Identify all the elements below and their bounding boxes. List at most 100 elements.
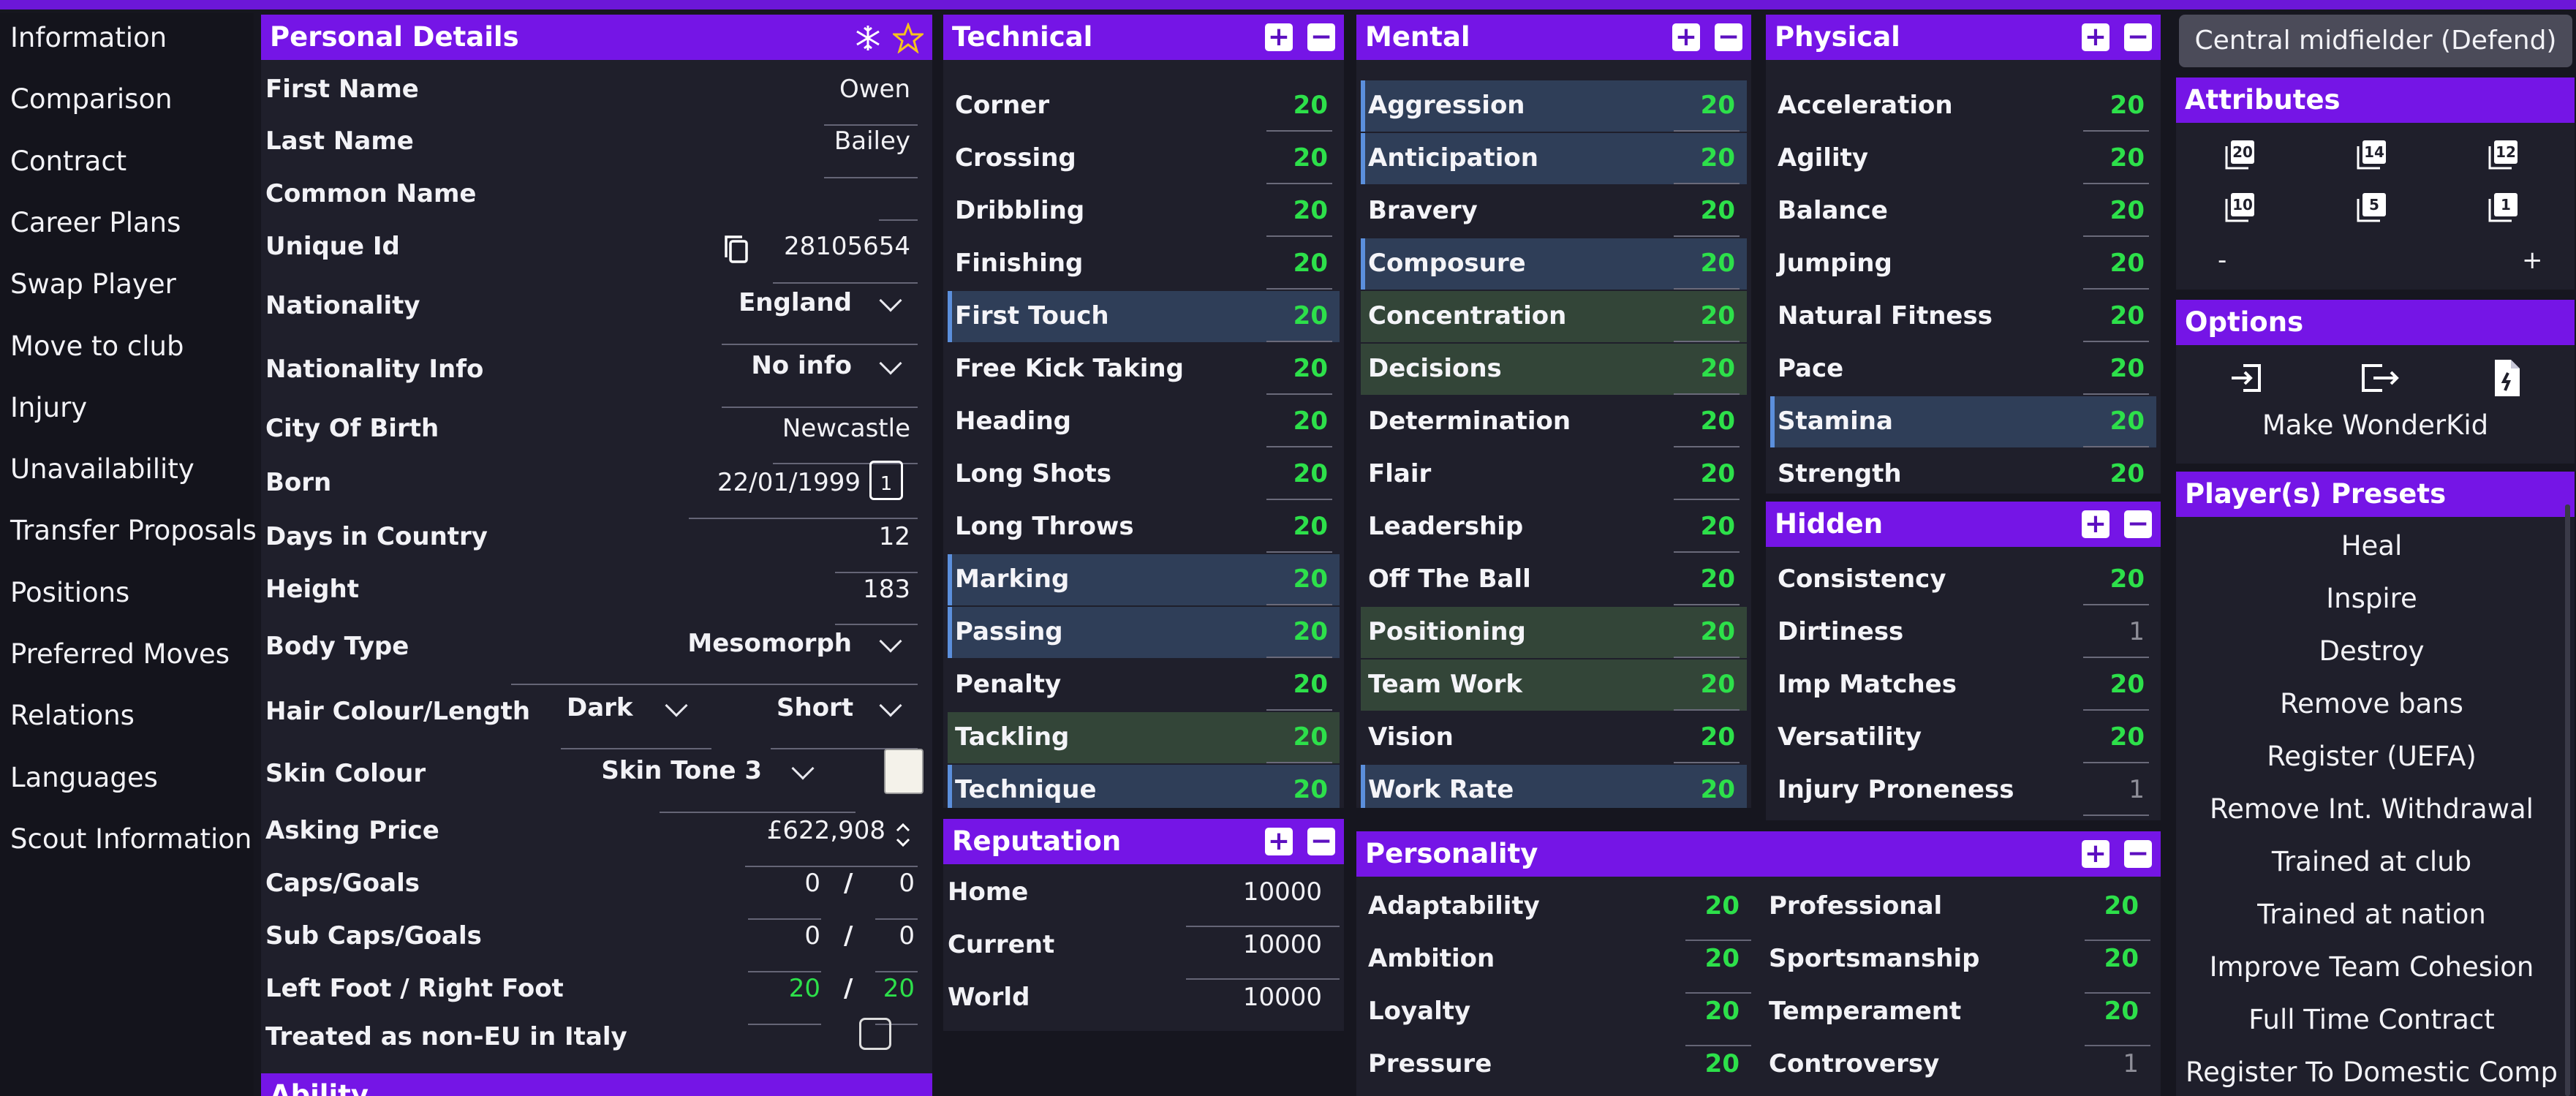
attribute-value[interactable]: 20 <box>1269 91 1328 120</box>
snowflake-icon[interactable] <box>853 23 883 53</box>
attribute-value[interactable]: 20 <box>1677 459 1735 488</box>
personality-value-adaptability[interactable]: 20 <box>1705 891 1740 921</box>
hair-colour-dropdown[interactable]: Dark Brown <box>567 693 638 722</box>
attribute-value[interactable]: 20 <box>1269 775 1328 804</box>
nav-item-injury[interactable]: Injury <box>10 392 87 423</box>
scrollbar[interactable] <box>2565 504 2570 1096</box>
export-icon[interactable] <box>2357 358 2401 398</box>
price-spinner-icon[interactable] <box>894 819 912 851</box>
attribute-value[interactable]: 20 <box>1269 196 1328 225</box>
hair-colour-chevron-icon[interactable] <box>665 694 688 717</box>
attribute-value[interactable]: 20 <box>2086 722 2145 752</box>
attributes-minus-button[interactable]: - <box>2218 246 2226 275</box>
nav-item-languages[interactable]: Languages <box>10 762 158 793</box>
skin-colour-chevron-icon[interactable] <box>791 757 815 780</box>
attribute-value[interactable]: 20 <box>2086 301 2145 330</box>
attribute-value[interactable]: 20 <box>1677 564 1735 594</box>
chevron-down-icon[interactable] <box>879 289 902 312</box>
attribute-value[interactable]: 20 <box>1677 354 1735 383</box>
attr-set-14-icon[interactable]: 14 <box>2355 137 2389 171</box>
attribute-value[interactable]: 20 <box>1677 407 1735 436</box>
attribute-value[interactable]: 20 <box>2086 354 2145 383</box>
asking-price-field[interactable]: £622,908 <box>767 816 885 845</box>
attr-set-5-icon[interactable]: 5 <box>2355 190 2389 224</box>
attribute-value[interactable]: 20 <box>1269 617 1328 646</box>
preset-remove-int-withdrawal[interactable]: Remove Int. Withdrawal <box>2176 793 2567 825</box>
attr-set-12-icon[interactable]: 12 <box>2487 137 2520 171</box>
personality-value-sportsmanship[interactable]: 20 <box>2104 944 2139 973</box>
attribute-value[interactable]: 20 <box>1677 143 1735 173</box>
nav-item-positions[interactable]: Positions <box>10 577 129 608</box>
preset-inspire[interactable]: Inspire <box>2176 583 2567 614</box>
reputation-increase-button[interactable]: + <box>1265 828 1293 855</box>
attribute-value[interactable]: 20 <box>1677 617 1735 646</box>
hidden-decrease-button[interactable]: − <box>2124 510 2152 538</box>
technical-increase-button[interactable]: + <box>1265 23 1293 51</box>
nav-item-swap-player[interactable]: Swap Player <box>10 268 176 300</box>
preset-destroy[interactable]: Destroy <box>2176 635 2567 667</box>
preset-full-time-contract[interactable]: Full Time Contract <box>2176 1004 2567 1035</box>
unique-id-field[interactable]: 28105654 <box>784 232 910 261</box>
attribute-value[interactable]: 20 <box>1677 670 1735 699</box>
reputation-value-current[interactable]: 10000 <box>1243 930 1322 959</box>
reputation-decrease-button[interactable]: − <box>1307 828 1335 855</box>
preset-register-uefa[interactable]: Register (UEFA) <box>2176 741 2567 772</box>
attr-set-10-icon[interactable]: 10 <box>2224 190 2257 224</box>
chevron-down-icon[interactable] <box>879 630 902 653</box>
attribute-value[interactable]: 20 <box>1677 196 1735 225</box>
nav-item-preferred-moves[interactable]: Preferred Moves <box>10 638 230 670</box>
personality-value-ambition[interactable]: 20 <box>1705 944 1740 973</box>
attribute-value[interactable]: 20 <box>2086 670 2145 699</box>
attribute-value[interactable]: 20 <box>1677 512 1735 541</box>
foot-second-field[interactable]: 20 <box>883 974 915 1003</box>
file-edit-icon[interactable] <box>2489 357 2524 399</box>
nav-item-transfer-proposals[interactable]: Transfer Proposals <box>10 515 257 546</box>
attribute-value[interactable]: 20 <box>1269 564 1328 594</box>
nav-item-relations[interactable]: Relations <box>10 700 135 731</box>
caps-goals-second-field[interactable]: 0 <box>899 869 915 898</box>
reputation-value-home[interactable]: 10000 <box>1243 877 1322 907</box>
sub-caps-goals-first-field[interactable]: 0 <box>804 921 820 951</box>
attribute-value[interactable]: 20 <box>2086 249 2145 278</box>
sub-caps-goals-second-field[interactable]: 0 <box>899 921 915 951</box>
attribute-value[interactable]: 20 <box>2086 196 2145 225</box>
preset-register-to-domestic-comp[interactable]: Register To Domestic Comp <box>2176 1057 2567 1088</box>
personality-value-professional[interactable]: 20 <box>2104 891 2139 921</box>
mental-increase-button[interactable]: + <box>1672 23 1700 51</box>
attribute-value[interactable]: 20 <box>1677 91 1735 120</box>
hair-length-chevron-icon[interactable] <box>879 694 902 717</box>
copy-icon[interactable] <box>722 234 751 266</box>
attribute-value[interactable]: 20 <box>1677 301 1735 330</box>
attribute-value[interactable]: 20 <box>1677 775 1735 804</box>
attribute-value[interactable]: 20 <box>1269 249 1328 278</box>
attribute-value[interactable]: 20 <box>1677 249 1735 278</box>
attribute-value[interactable]: 20 <box>2086 143 2145 173</box>
preset-trained-at-club[interactable]: Trained at club <box>2176 846 2567 877</box>
skin-colour-swatch[interactable] <box>884 749 923 794</box>
make-wonderkid-button[interactable]: Make WonderKid <box>2176 409 2575 441</box>
attribute-value[interactable]: 20 <box>1269 407 1328 436</box>
personality-value-temperament[interactable]: 20 <box>2104 997 2139 1026</box>
last-name-field[interactable]: Bailey <box>834 126 910 156</box>
nav-item-unavailability[interactable]: Unavailability <box>10 453 194 485</box>
nav-item-information[interactable]: Information <box>10 22 167 53</box>
star-icon[interactable] <box>893 23 923 53</box>
preset-heal[interactable]: Heal <box>2176 530 2567 562</box>
height-field[interactable]: 183 <box>863 575 910 604</box>
non-eu-checkbox[interactable] <box>859 1018 891 1050</box>
nav-item-comparison[interactable]: Comparison <box>10 83 173 115</box>
import-icon[interactable] <box>2227 358 2267 398</box>
attribute-value[interactable]: 20 <box>2086 91 2145 120</box>
hair-length-dropdown[interactable]: Short <box>777 693 853 722</box>
attribute-value[interactable]: 20 <box>1269 722 1328 752</box>
preset-improve-team-cohesion[interactable]: Improve Team Cohesion <box>2176 951 2567 983</box>
attribute-value[interactable]: 20 <box>2086 564 2145 594</box>
technical-decrease-button[interactable]: − <box>1307 23 1335 51</box>
nationality-dropdown[interactable]: England <box>739 288 852 317</box>
calendar-icon[interactable]: 1 <box>869 461 903 500</box>
nav-item-career-plans[interactable]: Career Plans <box>10 207 181 238</box>
attribute-value[interactable]: 20 <box>2086 407 2145 436</box>
preset-trained-at-nation[interactable]: Trained at nation <box>2176 899 2567 930</box>
physical-decrease-button[interactable]: − <box>2124 23 2152 51</box>
chevron-down-icon[interactable] <box>879 352 902 375</box>
